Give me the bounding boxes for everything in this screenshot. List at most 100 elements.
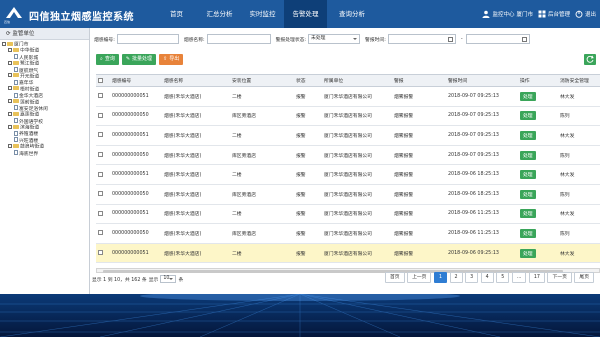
start-date-input[interactable] xyxy=(387,34,456,44)
page-button[interactable]: 2 xyxy=(449,272,463,283)
table-row[interactable]: 000000000051 烟感(禾华大酒店) 二楼 报警 厦门禾华酒店有限公司 烟雾报警 2… xyxy=(96,125,600,146)
table-row[interactable]: 000000000051 烟感(禾华大酒店) 二楼 报警 厦门禾华酒店有限公司 烟雾报警 2… xyxy=(96,243,600,264)
process-button[interactable]: 处理 xyxy=(520,130,536,140)
page-button[interactable]: 上一页 xyxy=(407,272,432,283)
show-label: 显示 xyxy=(148,277,159,283)
col-header[interactable]: 安装位置 xyxy=(230,74,294,87)
page-button[interactable]: 1 xyxy=(433,272,448,283)
expand-toggle-icon[interactable] xyxy=(8,60,12,65)
page-size-select[interactable]: 10 xyxy=(160,275,177,283)
table-row[interactable]: 000000000050 烟感(禾华大酒店) 库区旁酒店 报警 厦门禾华酒店有限公司 烟雾… xyxy=(96,184,600,205)
sidebar-header: ⟳ 监管单位 xyxy=(0,28,89,40)
row-checkbox[interactable] xyxy=(98,152,103,158)
row-checkbox[interactable] xyxy=(98,210,103,216)
nav-home[interactable]: 首页 xyxy=(155,0,198,28)
cell-no: 000000000051 xyxy=(110,204,162,225)
row-select-cell[interactable] xyxy=(96,106,110,127)
expand-toggle-icon[interactable] xyxy=(8,111,12,116)
table-row[interactable]: 000000000050 烟感(禾华大酒店) 库区旁酒店 报警 厦门禾华酒店有限公司 烟雾… xyxy=(96,106,600,127)
row-select-cell[interactable] xyxy=(96,145,110,166)
tree-node[interactable]: 海底世界 xyxy=(0,150,89,157)
row-checkbox[interactable] xyxy=(98,132,103,138)
cell-time: 2018-09-06 11:25:13 xyxy=(446,204,518,225)
col-header[interactable]: 烟感名称 xyxy=(162,74,230,87)
row-select-cell[interactable] xyxy=(96,223,110,244)
expand-toggle-icon[interactable] xyxy=(8,86,12,91)
page-button[interactable]: 尾页 xyxy=(574,272,594,283)
cell-alarm: 烟雾报警 xyxy=(392,145,446,166)
process-button[interactable]: 处理 xyxy=(520,248,536,258)
sensor-no-input[interactable] xyxy=(116,34,179,44)
nav-realtime[interactable]: 实时监控 xyxy=(241,0,284,28)
row-select-cell[interactable] xyxy=(96,164,110,185)
expand-toggle-icon[interactable] xyxy=(2,41,6,46)
page-button[interactable]: 5 xyxy=(496,272,510,283)
table-row[interactable]: 000000000051 烟感(禾华大酒店) 二楼 报警 厦门禾华酒店有限公司 烟雾报警 2… xyxy=(96,164,600,185)
row-select-cell[interactable] xyxy=(96,204,110,225)
search-button[interactable]: ⌕ 查询 xyxy=(96,54,119,65)
page-button[interactable]: 17 xyxy=(528,272,545,283)
account-menu[interactable]: 监控中心 厦门市 xyxy=(482,10,533,18)
cell-name: 烟感(禾华大酒店) xyxy=(162,184,230,205)
end-date-input[interactable] xyxy=(465,34,530,44)
expand-toggle-icon[interactable] xyxy=(8,124,12,129)
process-button[interactable]: 处理 xyxy=(520,228,536,238)
col-header[interactable]: 警报 xyxy=(392,74,446,87)
process-button[interactable]: 处理 xyxy=(520,150,536,160)
admin-link[interactable]: 后台管理 xyxy=(538,10,570,18)
cell-no: 000000000050 xyxy=(110,106,162,127)
row-select-cell[interactable] xyxy=(96,243,110,264)
page-button[interactable]: 4 xyxy=(480,272,494,283)
process-button[interactable]: 处理 xyxy=(520,189,536,199)
table-row[interactable]: 000000000051 烟感(禾华大酒店) 二楼 报警 厦门禾华酒店有限公司 烟雾报警 2… xyxy=(96,86,600,107)
cell-owner: 林大发 xyxy=(558,204,600,225)
row-select-cell[interactable] xyxy=(96,184,110,205)
col-header[interactable]: 状态 xyxy=(294,74,322,87)
nav-summary[interactable]: 汇总分析 xyxy=(198,0,241,28)
process-button[interactable]: 处理 xyxy=(520,91,536,101)
page-button[interactable]: 下一页 xyxy=(547,272,572,283)
expand-toggle-icon[interactable] xyxy=(8,143,12,148)
expand-toggle-icon[interactable] xyxy=(8,73,12,78)
expand-toggle-icon[interactable] xyxy=(8,99,12,104)
row-checkbox[interactable] xyxy=(98,230,103,236)
process-button[interactable]: 处理 xyxy=(520,111,536,121)
cell-name: 烟感(禾华大酒店) xyxy=(162,125,230,146)
cell-action: 处理 xyxy=(518,125,558,146)
refresh-button[interactable] xyxy=(584,54,596,65)
nav-query[interactable]: 查询分析 xyxy=(327,0,377,28)
nav-alarm[interactable]: 告警处理 xyxy=(284,0,327,28)
row-checkbox[interactable] xyxy=(98,250,103,256)
col-header[interactable]: 所属单位 xyxy=(322,74,392,87)
row-checkbox[interactable] xyxy=(98,93,103,99)
process-button[interactable]: 处理 xyxy=(520,170,536,180)
col-header[interactable]: 烟感编号 xyxy=(110,74,162,87)
page-button[interactable]: 3 xyxy=(465,272,479,283)
cell-unit: 厦门禾华酒店有限公司 xyxy=(322,164,392,185)
col-header[interactable]: 消防安全管理 xyxy=(558,74,600,87)
export-button[interactable]: ⇪ 导出 xyxy=(159,54,184,65)
process-button[interactable]: 处理 xyxy=(520,209,536,219)
page-button[interactable]: 首页 xyxy=(384,272,405,283)
row-select-cell[interactable] xyxy=(96,86,110,107)
expand-toggle-icon[interactable] xyxy=(8,47,12,52)
logout-link[interactable]: 退出 xyxy=(575,10,596,18)
row-select-cell[interactable] xyxy=(96,125,110,146)
user-icon xyxy=(482,10,490,18)
row-checkbox[interactable] xyxy=(98,191,103,197)
table-row[interactable]: 000000000050 烟感(禾华大酒店) 库区旁酒店 报警 厦门禾华酒店有限公司 烟雾… xyxy=(96,223,600,244)
status-label: 警报处理状态: xyxy=(275,37,307,43)
col-header[interactable]: 警报时间 xyxy=(446,74,518,87)
batch-process-button[interactable]: ✎ 批量处理 xyxy=(121,54,157,65)
cell-owner: 林大发 xyxy=(558,125,600,146)
page-button[interactable]: ... xyxy=(511,272,527,283)
row-checkbox[interactable] xyxy=(98,112,103,118)
select-all-checkbox[interactable] xyxy=(98,77,103,83)
select-all-cell[interactable] xyxy=(96,74,110,87)
status-select[interactable]: 未处理 xyxy=(308,34,361,44)
sensor-name-input[interactable] xyxy=(206,34,271,44)
table-row[interactable]: 000000000051 烟感(禾华大酒店) 二楼 报警 厦门禾华酒店有限公司 烟雾报警 2… xyxy=(96,204,600,225)
table-row[interactable]: 000000000050 烟感(禾华大酒店) 库区旁酒店 报警 厦门禾华酒店有限公司 烟雾… xyxy=(96,145,600,166)
row-checkbox[interactable] xyxy=(98,171,103,177)
status-value: 未处理 xyxy=(311,36,326,41)
